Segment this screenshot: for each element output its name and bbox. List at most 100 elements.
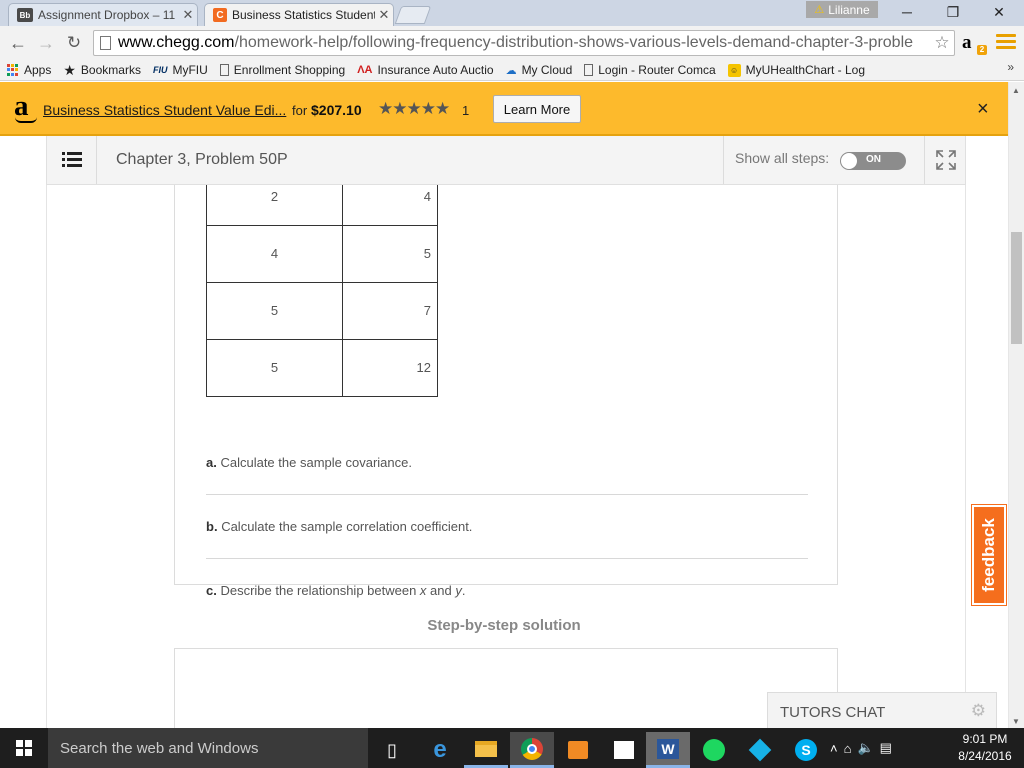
table-cell-y: 7 bbox=[342, 281, 438, 340]
bookmark-myfiu[interactable]: FIU MyFIU bbox=[147, 63, 214, 77]
tab-business-statistics[interactable]: C Business Statistics Student ✕ bbox=[204, 3, 394, 26]
toggle-knob bbox=[841, 153, 857, 169]
bookmark-bookmarks[interactable]: ★ Bookmarks bbox=[57, 62, 147, 79]
table-cell-y: 5 bbox=[342, 224, 438, 283]
new-tab-button[interactable] bbox=[394, 6, 432, 24]
kodi-icon[interactable] bbox=[738, 732, 782, 768]
question-b: b. Calculate the sample correlation coef… bbox=[206, 519, 472, 534]
browser-toolbar: ← → ↻ www.chegg.com /homework-help/follo… bbox=[0, 26, 1024, 60]
bookmark-myuhealthchart[interactable]: ☺ MyUHealthChart - Log bbox=[722, 63, 871, 77]
blackboard-icon: Bb bbox=[17, 8, 33, 22]
product-link[interactable]: Business Statistics Student Value Edi... bbox=[43, 102, 286, 118]
question-text: Calculate the sample correlation coeffic… bbox=[221, 519, 473, 534]
skype-icon[interactable]: S bbox=[784, 732, 828, 768]
chevron-up-icon[interactable]: ˄ bbox=[830, 741, 838, 756]
apps-grid-icon bbox=[6, 63, 19, 77]
expand-button[interactable] bbox=[924, 136, 966, 184]
tab-close-icon[interactable]: ✕ bbox=[179, 7, 197, 23]
page-icon bbox=[100, 36, 111, 50]
iaa-icon: ΛA bbox=[357, 64, 373, 76]
back-button[interactable]: ← bbox=[6, 31, 30, 55]
tutors-chat-label: TUTORS CHAT bbox=[780, 704, 886, 721]
gear-icon[interactable]: ⚙ bbox=[971, 701, 986, 721]
divider bbox=[206, 558, 808, 559]
windows-logo-icon bbox=[16, 740, 32, 756]
clock-time: 9:01 PM bbox=[962, 732, 1008, 746]
window-close-button[interactable]: ✕ bbox=[976, 2, 1022, 22]
show-steps-label: Show all steps: bbox=[735, 150, 830, 166]
banner-close-icon[interactable]: × bbox=[977, 98, 989, 121]
amazon-extension-icon[interactable]: a2 bbox=[962, 32, 987, 55]
feedback-label: feedback bbox=[979, 518, 999, 592]
bookmarks-overflow-icon[interactable]: » bbox=[1007, 60, 1014, 74]
bookmark-apps[interactable]: Apps bbox=[0, 63, 57, 77]
start-button[interactable] bbox=[0, 728, 48, 768]
table-row: 2 4 bbox=[206, 185, 438, 226]
tab-assignment-dropbox[interactable]: Bb Assignment Dropbox – 11 ✕ bbox=[8, 3, 198, 26]
bookmark-label: My Cloud bbox=[521, 63, 573, 77]
table-cell-x: 4 bbox=[206, 224, 343, 283]
spotify-icon[interactable] bbox=[692, 732, 736, 768]
edge-icon[interactable]: e bbox=[418, 732, 462, 768]
question-text-and: and bbox=[426, 583, 456, 598]
windows-taskbar: Search the web and Windows ▯ e W S ˄ ⌂ 🔈… bbox=[0, 728, 1024, 768]
toggle-label: ON bbox=[866, 154, 881, 165]
scroll-up-icon[interactable]: ▲ bbox=[1012, 86, 1020, 95]
question-c: c. Describe the relationship between x a… bbox=[206, 583, 465, 598]
restore-button[interactable]: ❐ bbox=[930, 2, 976, 22]
system-tray: ˄ ⌂ 🔈 ▤ bbox=[830, 728, 892, 768]
minimize-button[interactable]: ─ bbox=[884, 2, 930, 22]
scroll-down-icon[interactable]: ▼ bbox=[1012, 717, 1020, 726]
reload-button[interactable]: ↻ bbox=[62, 31, 86, 55]
amazon-assistant-banner: a Business Statistics Student Value Edi.… bbox=[0, 82, 1008, 136]
bookmark-my-cloud[interactable]: ☁ My Cloud bbox=[500, 63, 579, 77]
review-count: 1 bbox=[462, 103, 470, 118]
taskbar-clock[interactable]: 9:01 PM 8/24/2016 bbox=[950, 731, 1020, 765]
task-view-icon[interactable]: ▯ bbox=[370, 732, 414, 768]
search-placeholder: Search the web and Windows bbox=[60, 740, 259, 757]
rating-stars-icon: ★★★★★ bbox=[378, 99, 450, 118]
page-scrollbar[interactable]: ▲ ▼ bbox=[1008, 82, 1024, 728]
bookmarks-bar: Apps ★ Bookmarks FIU MyFIU Enrollment Sh… bbox=[0, 60, 1024, 81]
question-text: Describe the relationship between bbox=[220, 583, 420, 598]
chrome-icon[interactable] bbox=[510, 732, 554, 768]
notifications-icon[interactable]: ▤ bbox=[880, 740, 892, 756]
tab-close-icon[interactable]: ✕ bbox=[375, 7, 393, 23]
solution-heading: Step-by-step solution bbox=[427, 617, 581, 634]
network-icon[interactable]: ⌂ bbox=[844, 741, 852, 756]
url-path: /homework-help/following-frequency-distr… bbox=[234, 34, 914, 51]
profile-button[interactable]: ⚠ Lilianne bbox=[806, 1, 878, 18]
bookmark-label: MyUHealthChart - Log bbox=[745, 63, 866, 77]
bookmark-insurance-auto-auction[interactable]: ΛA Insurance Auto Auctio bbox=[351, 63, 499, 77]
show-steps-area: Show all steps: ON bbox=[723, 136, 966, 184]
volume-icon[interactable]: 🔈 bbox=[857, 740, 873, 756]
bookmark-star-icon[interactable]: ☆ bbox=[930, 33, 954, 53]
address-bar[interactable]: www.chegg.com /homework-help/following-f… bbox=[93, 30, 955, 56]
word-icon[interactable]: W bbox=[646, 732, 690, 768]
bookmark-router-login[interactable]: Login - Router Comca bbox=[578, 63, 721, 77]
chapter-header: Chapter 3, Problem 50P Show all steps: O… bbox=[46, 136, 966, 185]
question-letter: b. bbox=[206, 519, 218, 534]
store-icon[interactable] bbox=[602, 732, 646, 768]
show-steps-toggle[interactable]: ON bbox=[840, 152, 906, 170]
taskbar-search[interactable]: Search the web and Windows bbox=[48, 728, 368, 768]
scroll-thumb[interactable] bbox=[1011, 232, 1022, 344]
page-icon bbox=[584, 64, 594, 76]
toc-list-button[interactable] bbox=[47, 136, 97, 184]
table-cell-y: 12 bbox=[342, 338, 438, 397]
browser-menu-button[interactable] bbox=[996, 34, 1016, 52]
expand-icon bbox=[935, 150, 956, 170]
forward-button[interactable]: → bbox=[34, 31, 58, 55]
tutors-chat-widget[interactable]: TUTORS CHAT ⚙ bbox=[767, 692, 997, 728]
feedback-button[interactable]: feedback bbox=[971, 504, 1007, 606]
bookmark-enrollment-shopping[interactable]: Enrollment Shopping bbox=[214, 63, 351, 77]
product-price: $207.10 bbox=[311, 102, 362, 118]
learn-more-button[interactable]: Learn More bbox=[493, 95, 581, 123]
page-icon bbox=[219, 64, 229, 76]
file-explorer-icon[interactable] bbox=[464, 732, 508, 768]
table-cell-x: 5 bbox=[206, 338, 343, 397]
question-letter: a. bbox=[206, 455, 217, 470]
media-player-icon[interactable] bbox=[556, 732, 600, 768]
solution-card bbox=[174, 648, 838, 728]
url-host: www.chegg.com bbox=[118, 34, 235, 51]
